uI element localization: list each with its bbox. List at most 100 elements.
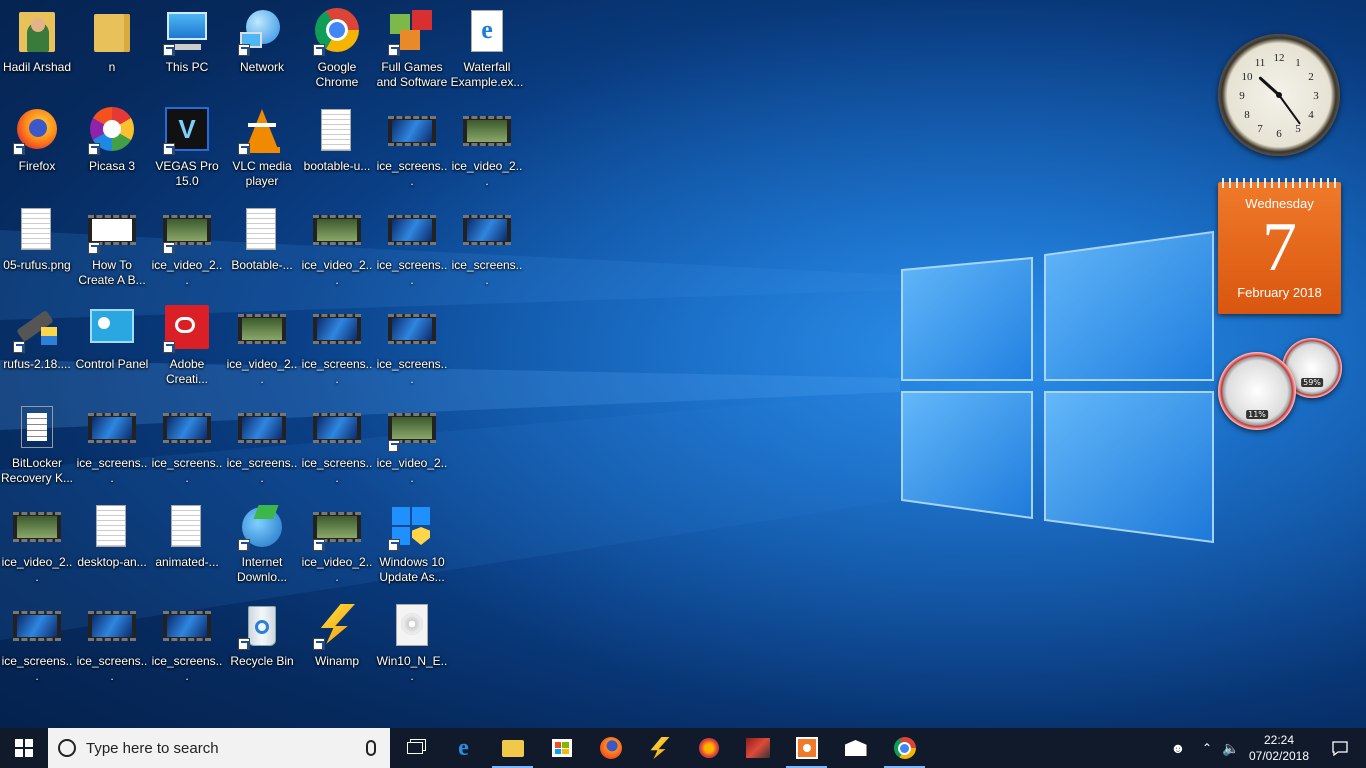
desktop-icon-label: This PC — [165, 60, 209, 74]
desktop-icon[interactable]: BitLocker Recovery K... — [0, 398, 74, 490]
desktop-icon[interactable]: ice_screens... — [75, 596, 149, 688]
desktop-icon[interactable]: ice_video_2... — [300, 497, 374, 589]
desktop-icon-label: ice_screens... — [301, 456, 373, 485]
taskbar-file-explorer-button[interactable] — [488, 728, 537, 768]
game-icon — [745, 738, 770, 758]
taskbar-edge-button[interactable]: e — [439, 728, 488, 768]
desktop-icon[interactable]: ice_screens... — [375, 299, 449, 391]
taskbar-task-view-button[interactable] — [390, 728, 439, 768]
screenshot-file-icon — [13, 602, 61, 650]
desktop-icon[interactable]: ice_screens... — [75, 398, 149, 490]
desktop-icon[interactable]: Network — [225, 2, 299, 94]
desktop-icon[interactable]: rufus-2.18.... — [0, 299, 74, 391]
desktop-icon[interactable]: Full Games and Software — [375, 2, 449, 94]
desktop-icon[interactable]: ice_screens... — [300, 398, 374, 490]
desktop-icon[interactable]: Win10_N_E... — [375, 596, 449, 688]
windows-update-icon — [388, 503, 436, 551]
desktop-icon-label: Google Chrome — [315, 60, 359, 89]
desktop-icon[interactable]: ice_screens... — [225, 398, 299, 490]
svg-text:11: 11 — [1255, 57, 1266, 69]
video-file-icon — [463, 107, 511, 155]
taskbar-firefox-button[interactable] — [586, 728, 635, 768]
desktop-icon[interactable]: ice_video_2... — [300, 200, 374, 292]
shortcut-arrow-icon — [88, 143, 100, 155]
desktop-icon[interactable]: Picasa 3 — [75, 101, 149, 193]
microphone-icon[interactable] — [366, 740, 376, 756]
taskbar-mail-button[interactable] — [831, 728, 880, 768]
taskbar-screenshot-app-button[interactable] — [782, 728, 831, 768]
desktop-icon[interactable]: n — [75, 2, 149, 94]
desktop-icon-label: ice_screens... — [76, 654, 148, 683]
desktop-icon[interactable]: Winamp — [300, 596, 374, 688]
taskbar-chrome-button[interactable] — [880, 728, 929, 768]
desktop-icon[interactable]: V VEGAS Pro 15.0 — [150, 101, 224, 193]
desktop-icon-label: ice_screens... — [376, 357, 448, 386]
desktop-icon[interactable]: This PC — [150, 2, 224, 94]
desktop-icon[interactable]: ice_video_2... — [150, 200, 224, 292]
screenshot-file-icon — [238, 404, 286, 452]
svg-text:8: 8 — [1244, 109, 1250, 121]
vegas-icon: V — [163, 107, 211, 155]
desktop-icon[interactable]: Bootable-... — [225, 200, 299, 292]
taskbar-firefox-alt-button[interactable] — [684, 728, 733, 768]
people-icon[interactable]: ☻ — [1160, 740, 1196, 756]
desktop-icon[interactable]: ice_screens... — [450, 200, 524, 292]
desktop-icon[interactable]: Internet Downlo... — [225, 497, 299, 589]
desktop-icon-label: How To Create A B... — [78, 258, 146, 287]
desktop-icon[interactable]: ice_video_2... — [450, 101, 524, 193]
desktop-icon[interactable]: ice_screens... — [150, 398, 224, 490]
desktop-icon[interactable]: ice_screens... — [375, 101, 449, 193]
desktop-icon[interactable]: ice_screens... — [375, 200, 449, 292]
usb-drive-icon — [13, 305, 61, 353]
desktop-icon[interactable]: Firefox — [0, 101, 74, 193]
desktop-icon[interactable]: 05-rufus.png — [0, 200, 74, 292]
chevron-up-icon[interactable]: ⌃ — [1196, 741, 1218, 755]
image-file-icon — [13, 206, 61, 254]
desktop-icon-label: Recycle Bin — [230, 654, 294, 668]
desktop-icon[interactable]: ice_screens... — [0, 596, 74, 688]
desktop-icon[interactable]: VLC media player — [225, 101, 299, 193]
desktop-icon[interactable]: Hadil Arshad — [0, 2, 74, 94]
picasa-icon — [88, 107, 136, 155]
desktop-icon-label: ice_video_2... — [301, 258, 373, 287]
desktop-icon[interactable]: Adobe Creati... — [150, 299, 224, 391]
memory-percent: 59% — [1301, 378, 1323, 387]
shortcut-arrow-icon — [238, 539, 250, 551]
taskbar-game-button[interactable] — [733, 728, 782, 768]
action-center-icon[interactable] — [1314, 740, 1366, 756]
text-file-icon — [13, 404, 61, 452]
screenshot-file-icon — [88, 602, 136, 650]
calendar-gadget[interactable]: Wednesday 7 February 2018 — [1218, 178, 1341, 314]
desktop-icon-label: Win10_N_E... — [376, 654, 448, 683]
cpu-meter: 11% — [1218, 352, 1296, 430]
desktop-icon-label: Bootable-... — [231, 258, 293, 272]
shortcut-arrow-icon — [388, 44, 400, 56]
start-button[interactable] — [0, 728, 48, 768]
desktop-icon-label: Internet Downlo... — [236, 555, 288, 584]
taskbar-winamp-button[interactable] — [635, 728, 684, 768]
desktop-icon[interactable]: Google Chrome — [300, 2, 374, 94]
desktop-icon[interactable]: Recycle Bin — [225, 596, 299, 688]
taskbar-clock[interactable]: 22:24 07/02/2018 — [1244, 732, 1314, 764]
desktop-icon[interactable]: Windows 10 Update As... — [375, 497, 449, 589]
desktop-icon[interactable]: ice_video_2... — [225, 299, 299, 391]
desktop-icon-label: rufus-2.18.... — [3, 357, 71, 371]
desktop-icon[interactable]: Control Panel — [75, 299, 149, 391]
desktop-icon[interactable]: ice_video_2... — [0, 497, 74, 589]
desktop-icon[interactable]: desktop-an... — [75, 497, 149, 589]
desktop-icon-label: ice_screens... — [151, 456, 223, 485]
taskbar-store-button[interactable] — [537, 728, 586, 768]
taskbar-search-box[interactable]: Type here to search — [48, 728, 390, 768]
desktop-icon[interactable]: bootable-u... — [300, 101, 374, 193]
shortcut-arrow-icon — [238, 638, 250, 650]
control-panel-icon — [88, 305, 136, 353]
desktop-icon[interactable]: ice_video_2... — [375, 398, 449, 490]
volume-icon[interactable]: 🔈 — [1218, 740, 1244, 757]
clock-gadget[interactable]: 12 1 2 3 45 6 78 9 10 11 — [1218, 34, 1340, 156]
desktop-icon[interactable]: e Waterfall Example.ex... — [450, 2, 524, 94]
desktop-icon-label: ice_screens... — [151, 654, 223, 683]
desktop-icon[interactable]: animated-... — [150, 497, 224, 589]
desktop-icon[interactable]: ice_screens... — [300, 299, 374, 391]
desktop-icon[interactable]: How To Create A B... — [75, 200, 149, 292]
desktop-icon[interactable]: ice_screens... — [150, 596, 224, 688]
